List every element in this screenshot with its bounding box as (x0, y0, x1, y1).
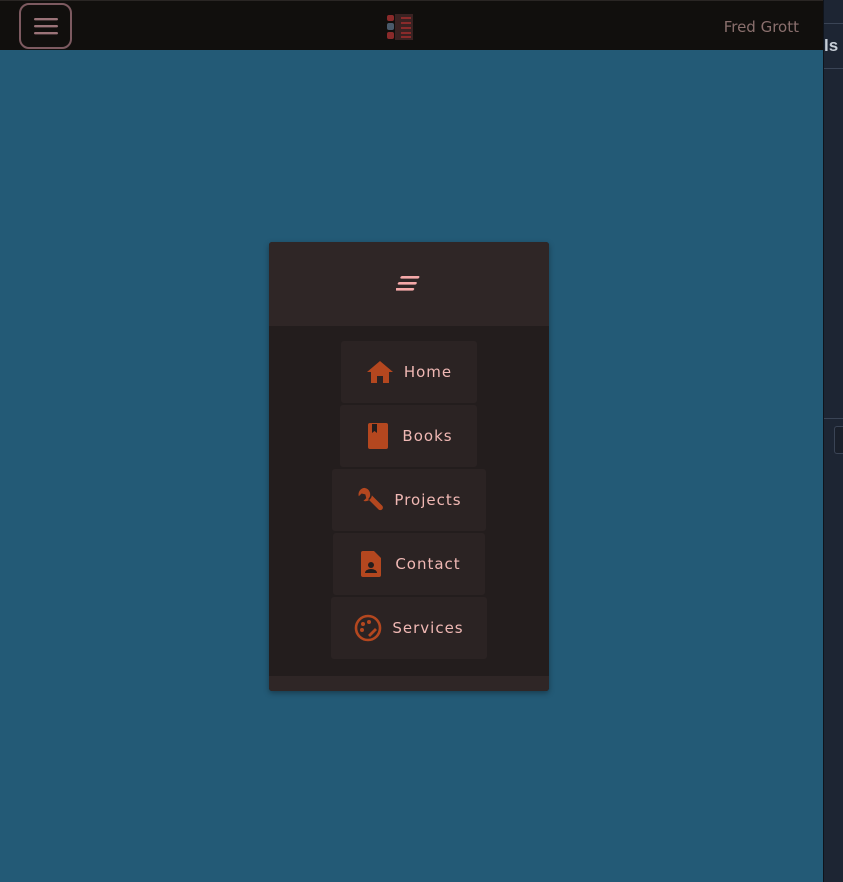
divider (824, 68, 843, 69)
adjacent-window-input[interactable] (834, 426, 843, 454)
nav-panel-footer (269, 676, 549, 691)
divider (824, 23, 843, 24)
menu-lines-icon[interactable] (396, 275, 422, 293)
page-background: Fred Grott Home Books Projects Contact S… (0, 0, 823, 882)
nav-panel-header (269, 242, 549, 326)
brand-logo-icon[interactable] (385, 13, 414, 41)
divider (824, 418, 843, 419)
book-icon (364, 422, 392, 450)
navigation-panel: Home Books Projects Contact Services (269, 242, 549, 691)
top-navbar: Fred Grott (0, 0, 823, 50)
nav-item-label: Contact (395, 555, 461, 573)
nav-item-label: Books (402, 427, 453, 445)
adjacent-window-strip: ls (823, 0, 843, 882)
nav-item-label: Home (403, 363, 453, 381)
nav-item-projects[interactable]: Projects (332, 469, 486, 531)
adjacent-window-heading: ls (824, 36, 839, 55)
hamburger-menu-button[interactable] (19, 3, 72, 49)
nav-item-home[interactable]: Home (341, 341, 477, 403)
contact-icon (357, 550, 385, 578)
wrench-icon (356, 486, 384, 514)
nav-item-label: Services (392, 619, 464, 637)
palette-icon (354, 614, 382, 642)
nav-item-contact[interactable]: Contact (333, 533, 485, 595)
user-name[interactable]: Fred Grott (724, 18, 799, 36)
nav-item-services[interactable]: Services (331, 597, 487, 659)
nav-item-books[interactable]: Books (340, 405, 477, 467)
nav-item-label: Projects (394, 491, 462, 509)
hamburger-icon (33, 18, 58, 35)
home-icon (366, 358, 394, 386)
